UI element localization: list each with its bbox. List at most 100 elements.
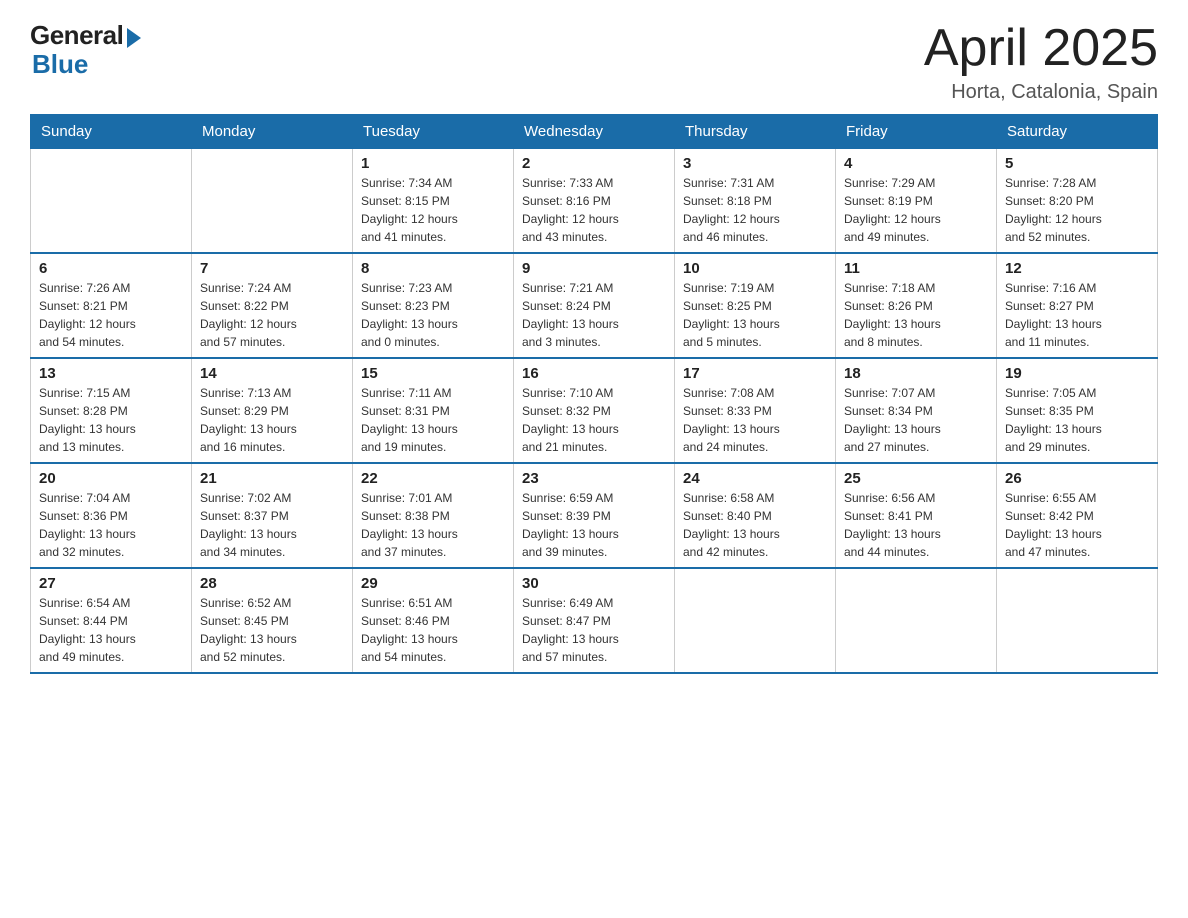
day-number: 5 (1005, 155, 1149, 172)
day-cell: 4 Sunrise: 7:29 AM Sunset: 8:19 PM Daylig… (836, 149, 997, 254)
day-number: 21 (200, 470, 344, 487)
day-cell (997, 568, 1158, 673)
day-info: Sunrise: 6:59 AM Sunset: 8:39 PM Dayligh… (522, 489, 666, 561)
day-number: 16 (522, 365, 666, 382)
day-number: 14 (200, 365, 344, 382)
day-cell: 26 Sunrise: 6:55 AM Sunset: 8:42 PM Dayli… (997, 463, 1158, 568)
logo: General Blue (30, 20, 141, 80)
day-info: Sunrise: 6:55 AM Sunset: 8:42 PM Dayligh… (1005, 489, 1149, 561)
day-number: 6 (39, 260, 183, 277)
title-block: April 2025 Horta, Catalonia, Spain (924, 20, 1158, 104)
day-cell: 21 Sunrise: 7:02 AM Sunset: 8:37 PM Dayli… (192, 463, 353, 568)
day-number: 27 (39, 575, 183, 592)
day-info: Sunrise: 7:31 AM Sunset: 8:18 PM Dayligh… (683, 174, 827, 246)
day-cell: 9 Sunrise: 7:21 AM Sunset: 8:24 PM Daylig… (514, 253, 675, 358)
day-info: Sunrise: 7:13 AM Sunset: 8:29 PM Dayligh… (200, 384, 344, 456)
day-number: 11 (844, 260, 988, 277)
day-cell: 18Sunrise: 7:07 AM Sunset: 8:34 PM Dayli… (836, 358, 997, 463)
day-number: 26 (1005, 470, 1149, 487)
day-number: 9 (522, 260, 666, 277)
day-info: Sunrise: 7:28 AM Sunset: 8:20 PM Dayligh… (1005, 174, 1149, 246)
day-info: Sunrise: 7:26 AM Sunset: 8:21 PM Dayligh… (39, 279, 183, 351)
header-day-friday: Friday (836, 115, 997, 149)
week-row-1: 1 Sunrise: 7:34 AM Sunset: 8:15 PM Daylig… (31, 149, 1158, 254)
day-info: Sunrise: 7:18 AM Sunset: 8:26 PM Dayligh… (844, 279, 988, 351)
day-cell: 2 Sunrise: 7:33 AM Sunset: 8:16 PM Daylig… (514, 149, 675, 254)
day-number: 15 (361, 365, 505, 382)
day-cell: 19Sunrise: 7:05 AM Sunset: 8:35 PM Dayli… (997, 358, 1158, 463)
day-cell (836, 568, 997, 673)
day-cell: 3Sunrise: 7:31 AM Sunset: 8:18 PM Daylig… (675, 149, 836, 254)
calendar-table: SundayMondayTuesdayWednesdayThursdayFrid… (30, 114, 1158, 674)
week-row-5: 27 Sunrise: 6:54 AM Sunset: 8:44 PM Dayli… (31, 568, 1158, 673)
header-day-saturday: Saturday (997, 115, 1158, 149)
day-number: 7 (200, 260, 344, 277)
day-cell: 30 Sunrise: 6:49 AM Sunset: 8:47 PM Dayli… (514, 568, 675, 673)
day-number: 29 (361, 575, 505, 592)
day-cell: 15 Sunrise: 7:11 AM Sunset: 8:31 PM Dayli… (353, 358, 514, 463)
week-row-4: 20Sunrise: 7:04 AM Sunset: 8:36 PM Dayli… (31, 463, 1158, 568)
calendar-header: SundayMondayTuesdayWednesdayThursdayFrid… (31, 115, 1158, 149)
header-day-thursday: Thursday (675, 115, 836, 149)
day-cell: 8 Sunrise: 7:23 AM Sunset: 8:23 PM Daylig… (353, 253, 514, 358)
location-text: Horta, Catalonia, Spain (924, 81, 1158, 104)
day-info: Sunrise: 6:52 AM Sunset: 8:45 PM Dayligh… (200, 594, 344, 666)
day-info: Sunrise: 7:29 AM Sunset: 8:19 PM Dayligh… (844, 174, 988, 246)
day-cell: 28 Sunrise: 6:52 AM Sunset: 8:45 PM Dayli… (192, 568, 353, 673)
day-number: 2 (522, 155, 666, 172)
month-title: April 2025 (924, 20, 1158, 77)
day-info: Sunrise: 7:10 AM Sunset: 8:32 PM Dayligh… (522, 384, 666, 456)
day-cell: 10Sunrise: 7:19 AM Sunset: 8:25 PM Dayli… (675, 253, 836, 358)
day-number: 17 (683, 365, 827, 382)
day-info: Sunrise: 6:49 AM Sunset: 8:47 PM Dayligh… (522, 594, 666, 666)
day-number: 13 (39, 365, 183, 382)
day-cell: 11 Sunrise: 7:18 AM Sunset: 8:26 PM Dayli… (836, 253, 997, 358)
day-cell: 20Sunrise: 7:04 AM Sunset: 8:36 PM Dayli… (31, 463, 192, 568)
day-cell: 7Sunrise: 7:24 AM Sunset: 8:22 PM Daylig… (192, 253, 353, 358)
day-cell: 27 Sunrise: 6:54 AM Sunset: 8:44 PM Dayli… (31, 568, 192, 673)
day-cell: 12 Sunrise: 7:16 AM Sunset: 8:27 PM Dayli… (997, 253, 1158, 358)
day-cell: 6 Sunrise: 7:26 AM Sunset: 8:21 PM Daylig… (31, 253, 192, 358)
day-number: 30 (522, 575, 666, 592)
day-info: Sunrise: 7:33 AM Sunset: 8:16 PM Dayligh… (522, 174, 666, 246)
day-info: Sunrise: 7:16 AM Sunset: 8:27 PM Dayligh… (1005, 279, 1149, 351)
day-info: Sunrise: 6:58 AM Sunset: 8:40 PM Dayligh… (683, 489, 827, 561)
day-cell: 14 Sunrise: 7:13 AM Sunset: 8:29 PM Dayli… (192, 358, 353, 463)
page-header: General Blue April 2025 Horta, Catalonia… (30, 20, 1158, 104)
day-number: 22 (361, 470, 505, 487)
day-info: Sunrise: 7:15 AM Sunset: 8:28 PM Dayligh… (39, 384, 183, 456)
day-info: Sunrise: 7:08 AM Sunset: 8:33 PM Dayligh… (683, 384, 827, 456)
day-number: 28 (200, 575, 344, 592)
day-cell: 17 Sunrise: 7:08 AM Sunset: 8:33 PM Dayli… (675, 358, 836, 463)
header-day-wednesday: Wednesday (514, 115, 675, 149)
logo-blue-text: Blue (32, 49, 88, 80)
header-day-tuesday: Tuesday (353, 115, 514, 149)
day-cell (675, 568, 836, 673)
week-row-2: 6 Sunrise: 7:26 AM Sunset: 8:21 PM Daylig… (31, 253, 1158, 358)
day-number: 4 (844, 155, 988, 172)
header-day-monday: Monday (192, 115, 353, 149)
day-info: Sunrise: 7:21 AM Sunset: 8:24 PM Dayligh… (522, 279, 666, 351)
day-cell: 5 Sunrise: 7:28 AM Sunset: 8:20 PM Daylig… (997, 149, 1158, 254)
day-number: 12 (1005, 260, 1149, 277)
logo-arrow-icon (127, 28, 141, 48)
day-number: 23 (522, 470, 666, 487)
day-number: 8 (361, 260, 505, 277)
day-cell: 16 Sunrise: 7:10 AM Sunset: 8:32 PM Dayli… (514, 358, 675, 463)
day-info: Sunrise: 7:11 AM Sunset: 8:31 PM Dayligh… (361, 384, 505, 456)
day-info: Sunrise: 7:23 AM Sunset: 8:23 PM Dayligh… (361, 279, 505, 351)
day-info: Sunrise: 7:02 AM Sunset: 8:37 PM Dayligh… (200, 489, 344, 561)
day-number: 24 (683, 470, 827, 487)
day-number: 19 (1005, 365, 1149, 382)
day-number: 1 (361, 155, 505, 172)
header-row: SundayMondayTuesdayWednesdayThursdayFrid… (31, 115, 1158, 149)
week-row-3: 13 Sunrise: 7:15 AM Sunset: 8:28 PM Dayli… (31, 358, 1158, 463)
logo-general-text: General (30, 20, 123, 51)
day-info: Sunrise: 7:34 AM Sunset: 8:15 PM Dayligh… (361, 174, 505, 246)
day-number: 20 (39, 470, 183, 487)
day-cell: 22Sunrise: 7:01 AM Sunset: 8:38 PM Dayli… (353, 463, 514, 568)
day-number: 10 (683, 260, 827, 277)
day-info: Sunrise: 6:56 AM Sunset: 8:41 PM Dayligh… (844, 489, 988, 561)
day-cell (192, 149, 353, 254)
day-info: Sunrise: 6:54 AM Sunset: 8:44 PM Dayligh… (39, 594, 183, 666)
